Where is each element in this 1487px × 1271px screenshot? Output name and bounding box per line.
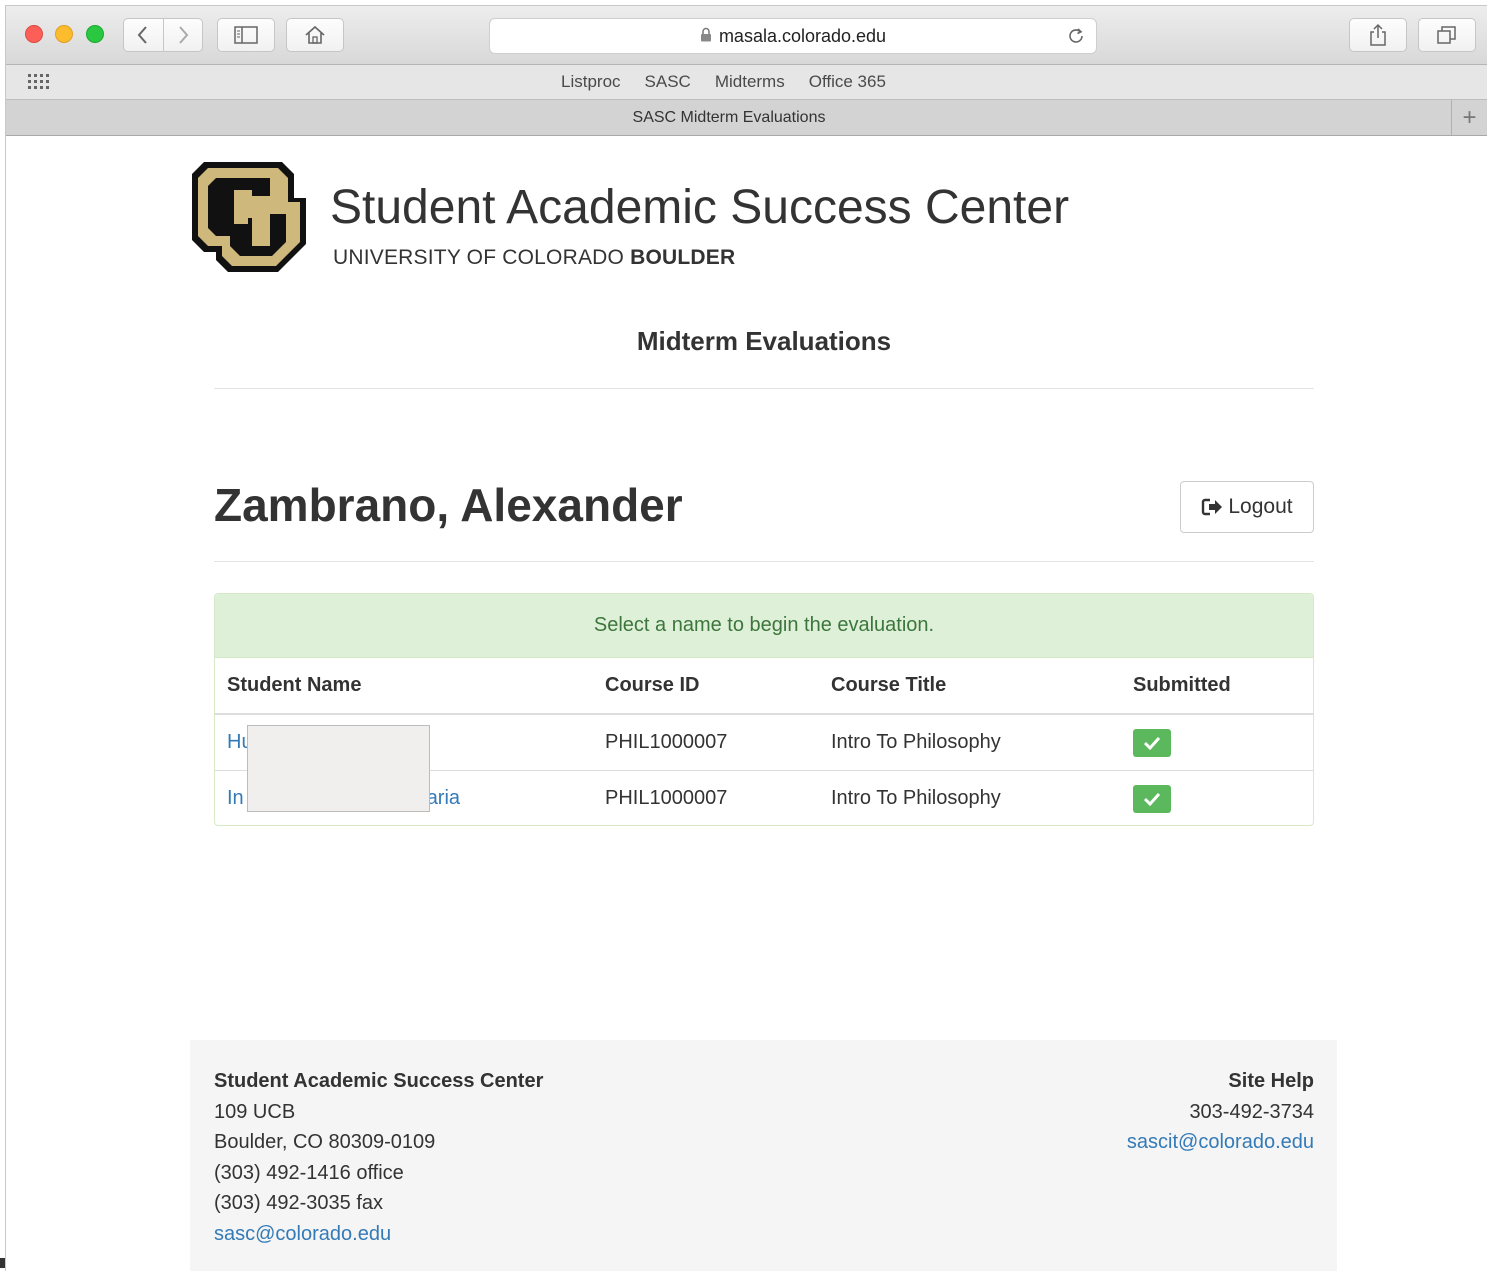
footer-contact: Student Academic Success Center 109 UCB … <box>214 1066 543 1250</box>
chevron-left-icon <box>137 26 148 44</box>
submitted-cell <box>1121 714 1313 771</box>
url-text: masala.colorado.edu <box>718 25 887 46</box>
column-header-course-id: Course ID <box>593 658 819 715</box>
table-header-row: Student Name Course ID Course Title Subm… <box>215 658 1313 715</box>
course-title-cell: Intro To Philosophy <box>831 731 1001 753</box>
edge-artifact <box>0 1258 5 1268</box>
redaction-box <box>247 725 430 812</box>
course-id-cell: PHIL1000007 <box>605 731 728 753</box>
lock-icon <box>700 26 712 47</box>
course-id-cell: PHIL1000007 <box>593 770 819 825</box>
favorite-midterms[interactable]: Midterms <box>715 72 785 92</box>
logout-button[interactable]: Logout <box>1180 481 1314 533</box>
divider <box>214 388 1314 389</box>
chevron-right-icon <box>178 26 189 44</box>
sign-out-icon <box>1202 498 1223 516</box>
logout-label: Logout <box>1228 495 1293 518</box>
home-button[interactable] <box>286 18 344 52</box>
submitted-cell <box>1121 770 1313 825</box>
sidebar-icon <box>234 26 258 44</box>
apps-grid-icon[interactable] <box>28 74 50 90</box>
org-name: Student Academic Success Center <box>330 181 1070 234</box>
check-icon <box>1133 728 1171 757</box>
new-tab-button[interactable]: + <box>1451 100 1487 135</box>
share-button[interactable] <box>1349 18 1407 52</box>
favorites-list: Listproc SASC Midterms Office 365 <box>561 65 886 99</box>
share-icon <box>1370 23 1386 46</box>
favorite-office-365[interactable]: Office 365 <box>809 72 886 92</box>
sidebar-button[interactable] <box>217 18 275 52</box>
footer-address-line2: Boulder, CO 80309-0109 <box>214 1131 436 1154</box>
user-name: Zambrano, Alexander <box>214 479 683 531</box>
home-icon <box>305 25 325 44</box>
minimize-window-button[interactable] <box>55 25 73 43</box>
footer-org-name: Student Academic Success Center <box>214 1070 544 1092</box>
university-prefix: UNIVERSITY OF COLORADO <box>333 246 631 269</box>
browser-toolbar: masala.colorado.edu <box>6 6 1487 65</box>
column-header-submitted: Submitted <box>1121 658 1313 715</box>
forward-button[interactable] <box>164 19 203 51</box>
zoom-window-button[interactable] <box>86 25 104 43</box>
footer-phone: (303) 492-1416 office <box>214 1161 404 1184</box>
page-title: Midterm Evaluations <box>636 326 892 356</box>
tab-bar: SASC Midterm Evaluations + <box>6 100 1487 136</box>
university-campus: BOULDER <box>630 246 736 269</box>
footer-site-help: Site Help 303-492-3734 sascit@colorado.e… <box>1127 1066 1314 1158</box>
site-help-title: Site Help <box>1228 1070 1314 1092</box>
divider <box>214 561 1314 562</box>
favorites-bar: Listproc SASC Midterms Office 365 <box>6 65 1487 100</box>
address-bar[interactable]: masala.colorado.edu <box>489 18 1097 54</box>
column-header-student-name: Student Name <box>215 658 593 715</box>
course-title-cell: Intro To Philosophy <box>819 770 1121 825</box>
university-name: UNIVERSITY OF COLORADO BOULDER <box>333 246 735 270</box>
favorite-sasc[interactable]: SASC <box>645 72 691 92</box>
favorite-listproc[interactable]: Listproc <box>561 72 621 92</box>
footer-fax: (303) 492-3035 fax <box>214 1192 384 1215</box>
column-header-course-title: Course Title <box>819 658 1121 715</box>
check-icon <box>1133 784 1171 813</box>
cu-logo <box>192 162 306 272</box>
site-help-phone: 303-492-3734 <box>1189 1100 1314 1123</box>
site-help-email-link[interactable]: sascit@colorado.edu <box>1127 1131 1314 1153</box>
tabs-overview-button[interactable] <box>1418 18 1476 52</box>
active-tab[interactable]: SASC Midterm Evaluations <box>6 100 1452 135</box>
footer: Student Academic Success Center 109 UCB … <box>190 1040 1337 1271</box>
close-window-button[interactable] <box>25 25 43 43</box>
tabs-overview-icon <box>1437 26 1456 44</box>
footer-address-line1: 109 UCB <box>214 1100 296 1123</box>
back-button[interactable] <box>124 19 164 51</box>
footer-email-link[interactable]: sasc@colorado.edu <box>214 1223 391 1245</box>
reload-icon[interactable] <box>1066 26 1086 51</box>
nav-buttons <box>123 18 203 52</box>
panel-message: Select a name to begin the evaluation. <box>215 594 1313 658</box>
